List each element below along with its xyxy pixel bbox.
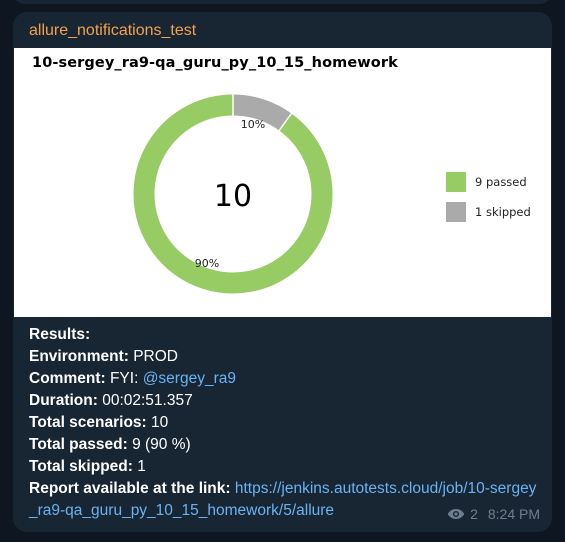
chart-legend: 9 passed 1 skipped xyxy=(446,171,531,231)
results-heading: Results: xyxy=(29,326,91,343)
view-count: 2 xyxy=(470,506,478,522)
message-text: Results: Environment: PROD Comment: FYI:… xyxy=(29,324,544,522)
legend-label-passed: 9 passed xyxy=(475,175,527,189)
mention-link[interactable]: @sergey_ra9 xyxy=(143,370,236,387)
legend-label-skipped: 1 skipped xyxy=(475,205,531,219)
previous-message-bubble xyxy=(13,0,552,4)
total-passed-line: Total passed: 9 (90 %) xyxy=(29,436,191,453)
total-scenarios-line: Total scenarios: 10 xyxy=(29,414,169,431)
environment-line: Environment: PROD xyxy=(29,348,179,365)
chart-image[interactable]: 10-sergey_ra9-qa_guru_py_10_15_homework … xyxy=(14,48,551,317)
legend-item-skipped: 1 skipped xyxy=(446,201,531,223)
comment-line: Comment: FYI: @sergey_ra9 xyxy=(29,370,236,387)
sender-name[interactable]: allure_notifications_test xyxy=(29,22,196,40)
legend-item-passed: 9 passed xyxy=(446,171,531,193)
duration-line: Duration: 00:02:51.357 xyxy=(29,392,193,409)
chart-center-label: 10 xyxy=(214,179,252,214)
pct-label-skipped: 10% xyxy=(241,118,265,131)
legend-swatch-passed xyxy=(446,172,466,192)
message-bubble[interactable]: allure_notifications_test 10-sergey_ra9-… xyxy=(13,12,552,532)
legend-swatch-skipped xyxy=(446,202,466,222)
total-skipped-line: Total skipped: 1 xyxy=(29,458,146,475)
message-meta: 2 8:24 PM xyxy=(447,506,540,522)
eye-icon xyxy=(447,509,465,519)
pct-label-passed: 90% xyxy=(195,257,219,270)
previous-message-edge xyxy=(0,0,565,8)
message-time: 8:24 PM xyxy=(487,506,540,522)
